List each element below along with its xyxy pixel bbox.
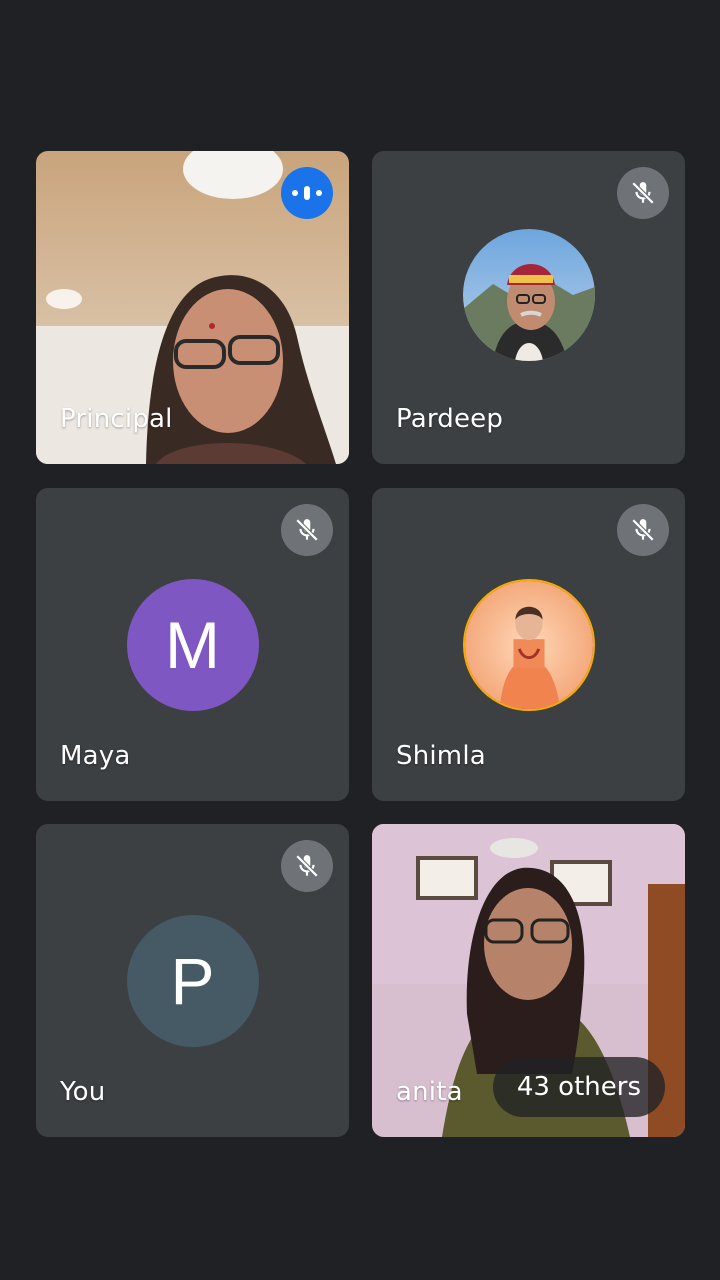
- participant-tile-pardeep[interactable]: Pardeep: [372, 151, 685, 464]
- participant-tile-anita[interactable]: anita 43 others: [372, 824, 685, 1137]
- participant-name: Principal: [60, 404, 173, 434]
- others-count-chip[interactable]: 43 others: [492, 1057, 665, 1117]
- participant-avatar-photo: [462, 228, 595, 361]
- participant-tile-shimla[interactable]: Shimla: [372, 488, 685, 801]
- participant-name: anita: [396, 1077, 463, 1107]
- participant-avatar: M: [126, 578, 259, 711]
- avatar-letter: M: [165, 607, 220, 682]
- mic-off-icon: [281, 840, 333, 892]
- mic-off-icon: [281, 504, 333, 556]
- mic-off-icon: [617, 167, 669, 219]
- avatar-letter: P: [170, 943, 215, 1018]
- participant-name: Shimla: [396, 741, 486, 771]
- participant-tile-maya[interactable]: M Maya: [36, 488, 349, 801]
- participant-name: Maya: [60, 741, 131, 771]
- participant-tile-principal[interactable]: Principal: [36, 151, 349, 464]
- participant-avatar-photo: [462, 578, 595, 711]
- participant-avatar: P: [126, 914, 259, 1047]
- mic-off-icon: [617, 504, 669, 556]
- speaking-indicator-icon: [281, 167, 333, 219]
- participant-name: Pardeep: [396, 404, 504, 434]
- participant-tile-you[interactable]: P You: [36, 824, 349, 1137]
- participant-name: You: [60, 1077, 106, 1107]
